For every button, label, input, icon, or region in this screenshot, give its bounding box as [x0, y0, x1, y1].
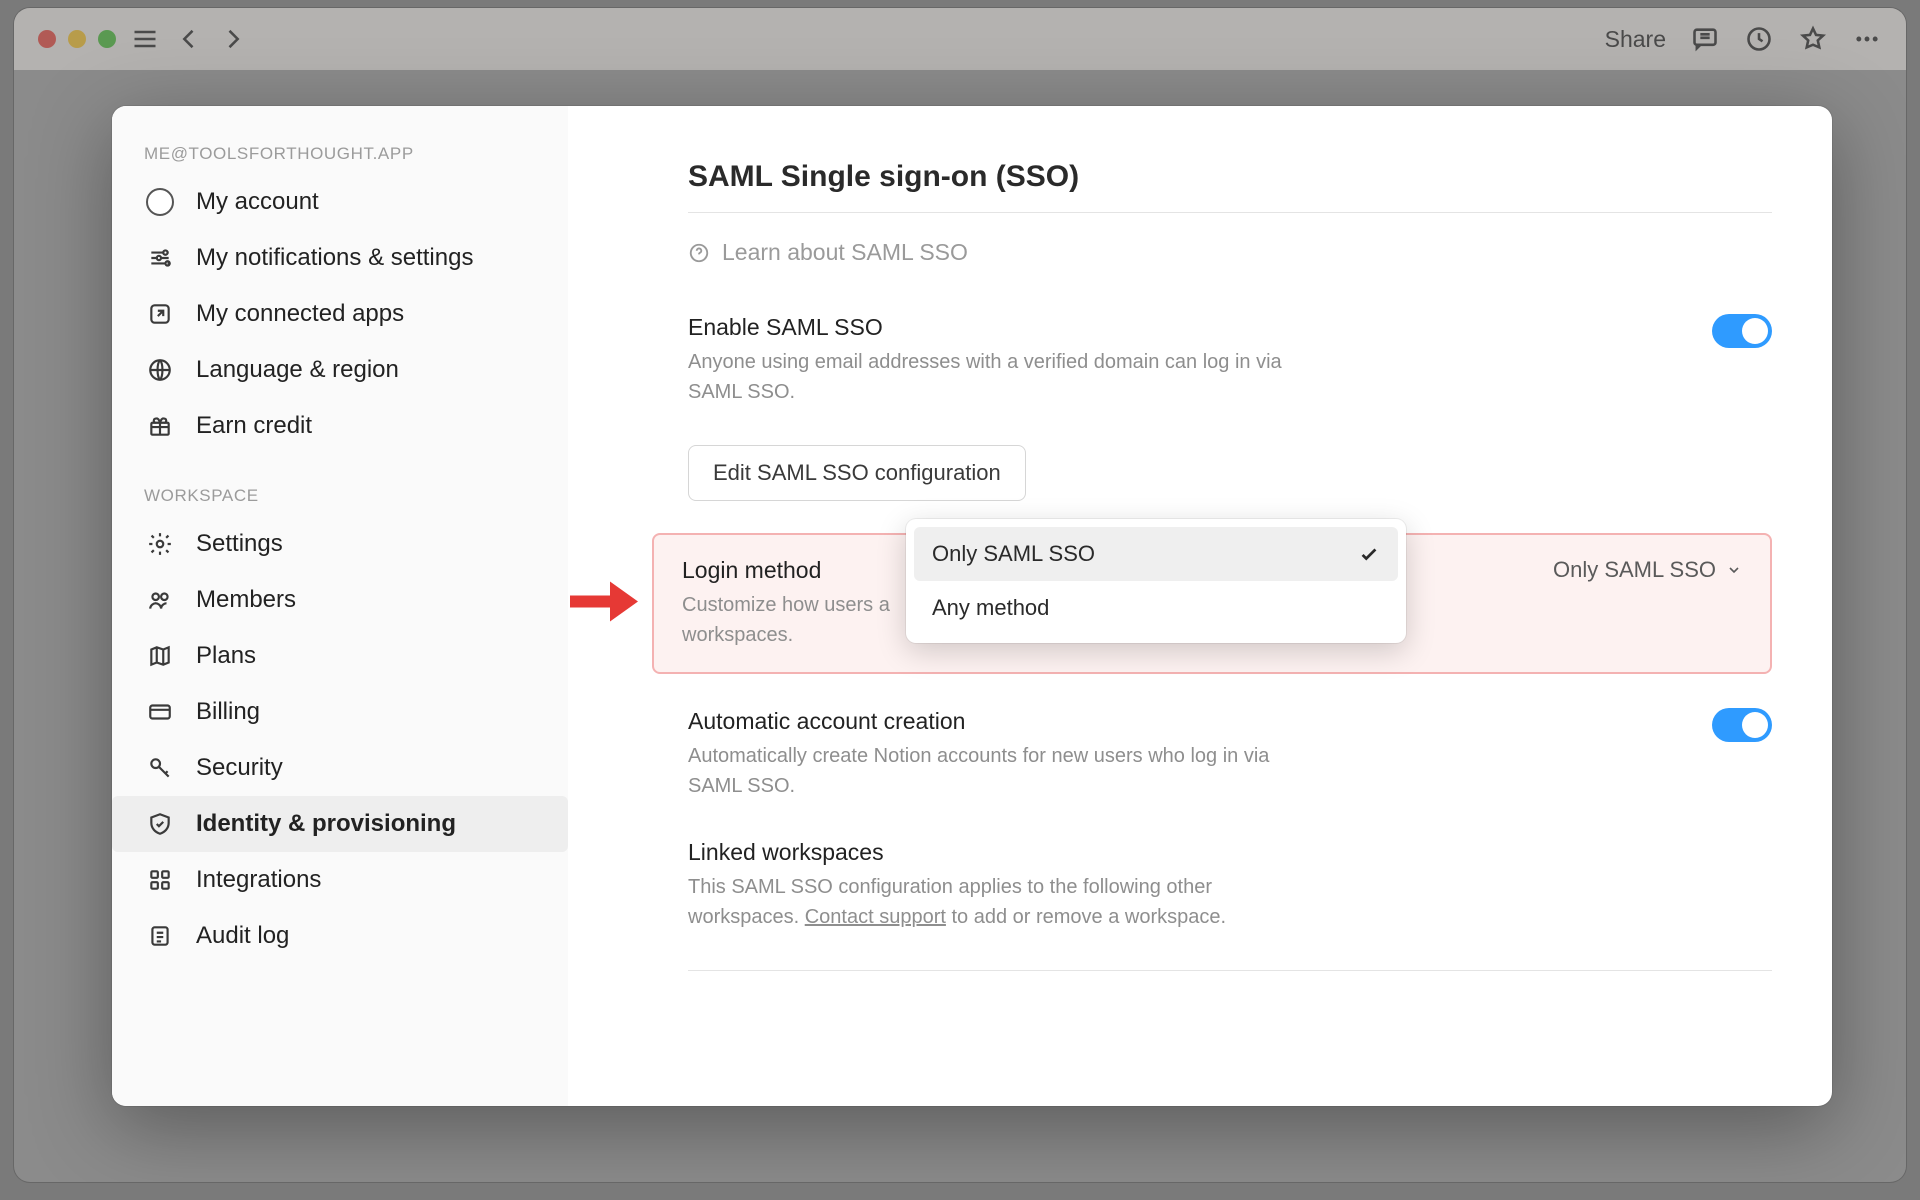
sidebar-item-integrations[interactable]: Integrations — [112, 852, 568, 908]
minimize-window-icon[interactable] — [68, 30, 86, 48]
grid-icon — [144, 864, 176, 896]
sidebar-item-audit-log[interactable]: Audit log — [112, 908, 568, 964]
login-method-select[interactable]: Only SAML SSO — [1553, 557, 1742, 583]
select-value: Only SAML SSO — [1553, 557, 1716, 583]
sidebar-item-language[interactable]: Language & region — [112, 342, 568, 398]
workspace-section-label: WORKSPACE — [112, 476, 568, 516]
gift-icon — [144, 410, 176, 442]
more-icon[interactable] — [1852, 24, 1882, 54]
enable-saml-desc: Anyone using email addresses with a veri… — [688, 347, 1328, 407]
key-icon — [144, 752, 176, 784]
settings-modal: ME@TOOLSFORTHOUGHT.APP My account My not… — [112, 106, 1832, 1106]
linked-workspaces-row: Linked workspaces This SAML SSO configur… — [688, 829, 1772, 960]
option-any-method[interactable]: Any method — [914, 581, 1398, 635]
enable-saml-label: Enable SAML SSO — [688, 314, 1672, 341]
sidebar-item-plans[interactable]: Plans — [112, 628, 568, 684]
forward-icon[interactable] — [218, 24, 248, 54]
sidebar-item-label: Security — [196, 754, 283, 782]
sidebar-item-label: Members — [196, 586, 296, 614]
sliders-icon — [144, 242, 176, 274]
sidebar-item-connected-apps[interactable]: My connected apps — [112, 286, 568, 342]
auto-account-desc: Automatically create Notion accounts for… — [688, 741, 1328, 801]
clock-icon[interactable] — [1744, 24, 1774, 54]
sidebar-item-label: Audit log — [196, 922, 289, 950]
share-label[interactable]: Share — [1605, 26, 1666, 53]
back-icon[interactable] — [174, 24, 204, 54]
divider — [688, 970, 1772, 971]
external-link-icon — [144, 298, 176, 330]
credit-card-icon — [144, 696, 176, 728]
option-label: Any method — [932, 595, 1049, 621]
edit-config-button[interactable]: Edit SAML SSO configuration — [688, 445, 1026, 501]
option-label: Only SAML SSO — [932, 541, 1095, 567]
sidebar-item-label: Billing — [196, 698, 260, 726]
shield-check-icon — [144, 808, 176, 840]
avatar-icon — [144, 186, 176, 218]
globe-icon — [144, 354, 176, 386]
auto-account-row: Automatic account creation Automatically… — [688, 698, 1772, 829]
sidebar-item-label: My notifications & settings — [196, 244, 473, 272]
sidebar-item-label: Identity & provisioning — [196, 810, 456, 838]
sidebar-item-my-account[interactable]: My account — [112, 174, 568, 230]
scroll-icon — [144, 920, 176, 952]
sidebar-item-label: Earn credit — [196, 412, 312, 440]
sidebar-item-earn-credit[interactable]: Earn credit — [112, 398, 568, 454]
learn-link[interactable]: Learn about SAML SSO — [688, 239, 1772, 266]
star-icon[interactable] — [1798, 24, 1828, 54]
account-section-label: ME@TOOLSFORTHOUGHT.APP — [112, 134, 568, 174]
sidebar-item-billing[interactable]: Billing — [112, 684, 568, 740]
enable-saml-toggle[interactable] — [1712, 314, 1772, 348]
map-icon — [144, 640, 176, 672]
annotation-arrow-icon — [568, 577, 640, 630]
sidebar-item-label: Settings — [196, 530, 283, 558]
app-window: Share ME@TOOLSFORTHOUGHT.APP My account — [14, 8, 1906, 1182]
sidebar-item-members[interactable]: Members — [112, 572, 568, 628]
option-only-saml[interactable]: Only SAML SSO — [914, 527, 1398, 581]
help-circle-icon — [688, 242, 710, 264]
people-icon — [144, 584, 176, 616]
login-method-dropdown[interactable]: Only SAML SSO Any method — [906, 519, 1406, 643]
sidebar-item-label: My account — [196, 188, 319, 216]
sidebar-item-security[interactable]: Security — [112, 740, 568, 796]
linked-workspaces-label: Linked workspaces — [688, 839, 1772, 866]
auto-account-label: Automatic account creation — [688, 708, 1672, 735]
sidebar-item-label: My connected apps — [196, 300, 404, 328]
auto-account-toggle[interactable] — [1712, 708, 1772, 742]
contact-support-link[interactable]: Contact support — [805, 906, 946, 928]
sidebar-item-settings[interactable]: Settings — [112, 516, 568, 572]
sidebar-item-identity[interactable]: Identity & provisioning — [112, 796, 568, 852]
sidebar-item-notifications[interactable]: My notifications & settings — [112, 230, 568, 286]
maximize-window-icon[interactable] — [98, 30, 116, 48]
linked-workspaces-desc: This SAML SSO configuration applies to t… — [688, 872, 1328, 932]
menu-icon[interactable] — [130, 24, 160, 54]
learn-link-text: Learn about SAML SSO — [722, 239, 968, 266]
enable-saml-row: Enable SAML SSO Anyone using email addre… — [688, 304, 1772, 435]
gear-icon — [144, 528, 176, 560]
page-title: SAML Single sign-on (SSO) — [688, 160, 1772, 194]
close-window-icon[interactable] — [38, 30, 56, 48]
divider — [688, 212, 1772, 213]
titlebar: Share — [14, 8, 1906, 70]
window-controls[interactable] — [38, 30, 116, 48]
settings-sidebar: ME@TOOLSFORTHOUGHT.APP My account My not… — [112, 106, 568, 1106]
check-icon — [1358, 543, 1380, 565]
login-method-highlight: Login method Customize how users a works… — [652, 533, 1772, 674]
sidebar-item-label: Plans — [196, 642, 256, 670]
sidebar-item-label: Language & region — [196, 356, 399, 384]
sidebar-item-label: Integrations — [196, 866, 321, 894]
chevron-down-icon — [1726, 562, 1742, 578]
comments-icon[interactable] — [1690, 24, 1720, 54]
main-panel: SAML Single sign-on (SSO) Learn about SA… — [568, 106, 1832, 1106]
